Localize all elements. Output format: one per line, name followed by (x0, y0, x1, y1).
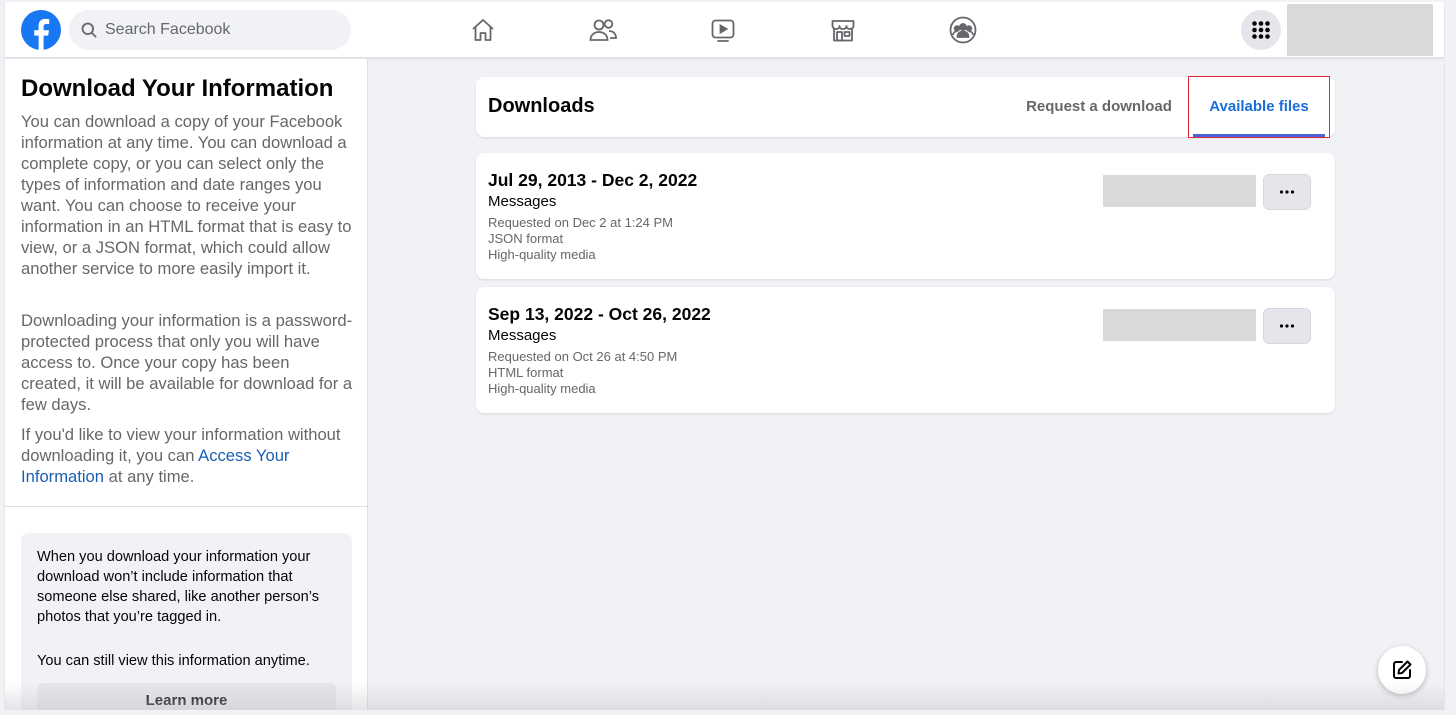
facebook-logo-icon[interactable] (21, 10, 61, 50)
home-icon[interactable] (467, 14, 499, 46)
file-info-type: Messages (488, 327, 557, 344)
download-button-placeholder[interactable] (1103, 175, 1256, 207)
more-options-icon (1279, 324, 1295, 328)
more-options-icon (1279, 190, 1295, 194)
watch-icon[interactable] (707, 14, 739, 46)
file-date-range: Sep 13, 2022 - Oct 26, 2022 (488, 304, 711, 324)
grid-menu-icon (1252, 21, 1270, 39)
notice-text-shared: When you download your information your … (37, 549, 320, 625)
downloads-header-card: Downloads Request a download Available f… (476, 76, 1335, 138)
tab-available-files-label: Available files (1209, 98, 1309, 115)
marketplace-icon[interactable] (827, 14, 859, 46)
left-info-panel: Download Your Information You can downlo… (5, 59, 368, 710)
panel-divider (5, 506, 368, 507)
search-icon (81, 22, 97, 38)
tab-available-files[interactable]: Available files (1188, 76, 1330, 138)
notice-card: When you download your information your … (21, 533, 352, 710)
file-media-quality: High-quality media (488, 381, 596, 396)
file-requested-date: Requested on Oct 26 at 4:50 PM (488, 349, 678, 364)
account-menu-placeholder[interactable] (1287, 4, 1433, 56)
search-bar[interactable] (69, 10, 351, 50)
compose-icon (1393, 660, 1412, 679)
learn-more-button[interactable]: Learn more (37, 683, 336, 710)
top-navigation-bar (5, 2, 1444, 58)
groups-icon[interactable] (947, 14, 979, 46)
search-input[interactable] (105, 21, 325, 39)
active-tab-underline (1193, 134, 1325, 137)
access-text-prefix: If you'd like to view your information w… (21, 425, 341, 465)
more-options-button[interactable] (1263, 174, 1311, 210)
download-button-placeholder[interactable] (1103, 309, 1256, 341)
file-requested-date: Requested on Dec 2 at 1:24 PM (488, 215, 674, 230)
access-text-suffix: at any time. (104, 467, 195, 486)
file-info-type: Messages (488, 193, 557, 210)
file-media-quality: High-quality media (488, 247, 596, 262)
access-paragraph: If you'd like to view your information w… (21, 424, 353, 487)
friends-icon[interactable] (587, 14, 619, 46)
compose-message-button[interactable] (1378, 646, 1426, 694)
more-options-button[interactable] (1263, 308, 1311, 344)
intro-paragraph: You can download a copy of your Facebook… (21, 112, 352, 278)
file-card: Sep 13, 2022 - Oct 26, 2022 Messages Req… (476, 287, 1335, 413)
password-paragraph: Downloading your information is a passwo… (21, 311, 353, 414)
downloads-title: Downloads (488, 95, 595, 117)
file-format: JSON format (488, 231, 564, 246)
file-format: HTML format (488, 365, 564, 380)
file-date-range: Jul 29, 2013 - Dec 2, 2022 (488, 170, 698, 190)
grid-menu-button[interactable] (1241, 10, 1281, 50)
file-card: Jul 29, 2013 - Dec 2, 2022 Messages Requ… (476, 153, 1335, 279)
app-window: Download Your Information You can downlo… (4, 2, 1445, 710)
tab-request-download[interactable]: Request a download (1019, 77, 1179, 137)
page-title: Download Your Information (21, 75, 334, 102)
notice-text-view: You can still view this information anyt… (37, 653, 310, 669)
